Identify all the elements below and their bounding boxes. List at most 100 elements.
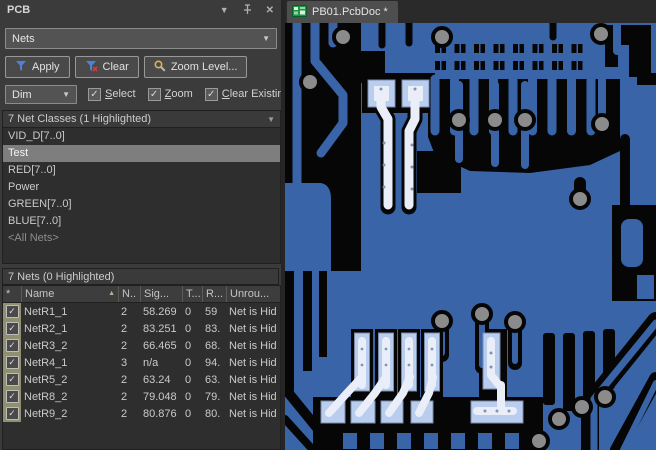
table-row[interactable]: ✓ NetR3_2 2 66.465 0 68. Net is Hid xyxy=(3,337,280,354)
table-row[interactable]: ✓ NetR2_1 2 83.251 0 83. Net is Hid xyxy=(3,320,280,337)
signal-length: 66.465 xyxy=(143,339,177,352)
track-count: 0 xyxy=(185,390,192,403)
pcb-editor-view[interactable] xyxy=(285,23,656,450)
row-checkbox[interactable]: ✓ xyxy=(3,337,21,354)
checkbox-check-icon[interactable]: ✓ xyxy=(5,373,19,386)
checkbox-check-icon[interactable]: ✓ xyxy=(5,407,19,420)
unrouted-status: Net is Hid xyxy=(229,390,277,403)
magnifier-icon xyxy=(154,59,166,75)
checkbox-check-icon[interactable]: ✓ xyxy=(5,339,19,352)
tab-pb01-pcbdoc[interactable]: PB01.PcbDoc * xyxy=(287,1,398,23)
checkbox-check-icon[interactable]: ✓ xyxy=(88,87,101,101)
net-class-item[interactable]: RED[7..0] xyxy=(3,162,280,179)
dim-mode-select[interactable]: Dim ▼ xyxy=(5,85,77,104)
close-icon[interactable]: ✕ xyxy=(266,5,274,16)
net-name: NetR4_1 xyxy=(24,356,68,369)
row-checkbox[interactable]: ✓ xyxy=(3,354,21,371)
net-class-item[interactable]: VID_D[7..0] xyxy=(3,128,280,145)
option-checkbox-zoom[interactable]: ✓ Zoom xyxy=(147,85,193,103)
unrouted-status: Net is Hid xyxy=(229,305,277,318)
track-count: 0 xyxy=(185,339,192,352)
checkbox-label: Clear Existing xyxy=(221,88,281,100)
table-row[interactable]: ✓ NetR9_2 2 80.876 0 80. Net is Hid xyxy=(3,405,280,422)
net-class-item[interactable]: BLUE[7..0] xyxy=(3,213,280,230)
document-tab-bar: PB01.PcbDoc * xyxy=(285,0,656,23)
net-name: NetR2_1 xyxy=(24,322,68,335)
panel-toolbar: Apply Clear Zoom Level... xyxy=(5,56,248,78)
unrouted-status: Net is Hid xyxy=(229,322,277,335)
net-class-list: VID_D[7..0] Test RED[7..0] Power GREEN[7..0]… xyxy=(3,128,280,247)
chevron-down-icon: ▼ xyxy=(62,90,70,99)
dim-mode-value: Dim xyxy=(12,88,32,101)
net-name: NetR1_1 xyxy=(24,305,68,318)
column-unrouted[interactable]: Unrou... xyxy=(226,286,280,302)
checkbox-check-icon[interactable]: ✓ xyxy=(5,390,19,403)
zoom-level-button[interactable]: Zoom Level... xyxy=(143,56,248,78)
unrouted-status: Net is Hid xyxy=(229,407,277,420)
option-checkbox-clear-existing[interactable]: ✓Clear Existing xyxy=(204,85,281,103)
net-classes-header[interactable]: 7 Net Classes (1 Highlighted) ▼ xyxy=(3,111,280,128)
table-row[interactable]: ✓ NetR5_2 2 63.24 0 63. Net is Hid xyxy=(3,371,280,388)
routed-length: 68. xyxy=(205,339,221,352)
routed-length: 79. xyxy=(205,390,221,403)
track-count: 0 xyxy=(185,322,192,335)
track-count: 0 xyxy=(185,373,192,386)
row-checkbox[interactable]: ✓ xyxy=(3,303,21,320)
panel-mode-select[interactable]: Nets ▼ xyxy=(5,28,277,49)
track-count: 0 xyxy=(185,356,192,369)
column-routed[interactable]: R... xyxy=(202,286,226,302)
net-class-item[interactable]: Power xyxy=(3,179,280,196)
column-name[interactable]: Name ▲ xyxy=(21,286,118,302)
clear-button[interactable]: Clear xyxy=(74,56,139,78)
node-count: 2 xyxy=(121,339,128,352)
column-signal[interactable]: Sig... xyxy=(140,286,182,302)
pcb-document-icon xyxy=(292,4,307,20)
column-star[interactable]: * xyxy=(3,286,21,302)
nets-table-header[interactable]: * Name ▲ N.. Sig... T... R... Unrou... xyxy=(3,286,280,303)
track-count: 0 xyxy=(185,305,192,318)
panel-mode-value: Nets xyxy=(12,32,35,45)
row-checkbox[interactable]: ✓ xyxy=(3,371,21,388)
table-row[interactable]: ✓ NetR8_2 2 79.048 0 79. Net is Hid xyxy=(3,388,280,405)
checkbox-check-icon[interactable]: ✓ xyxy=(5,322,19,335)
table-row[interactable]: ✓ NetR1_1 2 58.269 0 59 Net is Hid xyxy=(3,303,280,320)
nets-header-label: 7 Nets (0 Highlighted) xyxy=(8,270,115,283)
checkbox-label: Zoom xyxy=(164,88,193,100)
routed-length: 94. xyxy=(205,356,221,369)
net-class-item[interactable]: Test xyxy=(3,145,280,162)
net-name: NetR9_2 xyxy=(24,407,68,420)
net-class-item[interactable]: <All Nets> xyxy=(3,230,280,247)
column-nodes[interactable]: N.. xyxy=(118,286,140,302)
routed-length: 83. xyxy=(205,322,221,335)
checkbox-check-icon[interactable]: ✓ xyxy=(5,356,19,369)
apply-label: Apply xyxy=(32,61,60,73)
signal-length: 83.251 xyxy=(143,322,177,335)
net-name: NetR5_2 xyxy=(24,373,68,386)
row-checkbox[interactable]: ✓ xyxy=(3,388,21,405)
routed-length: 59 xyxy=(205,305,218,318)
unrouted-status: Net is Hid xyxy=(229,339,277,352)
clear-filter-icon xyxy=(85,60,98,75)
routed-length: 80. xyxy=(205,407,221,420)
row-checkbox[interactable]: ✓ xyxy=(3,320,21,337)
row-checkbox[interactable]: ✓ xyxy=(3,405,21,422)
routed-length: 63. xyxy=(205,373,221,386)
nets-header[interactable]: 7 Nets (0 Highlighted) xyxy=(2,268,279,285)
checkbox-check-icon[interactable]: ✓ xyxy=(5,305,19,318)
node-count: 2 xyxy=(121,407,128,420)
apply-button[interactable]: Apply xyxy=(5,56,70,78)
track-count: 0 xyxy=(185,407,192,420)
chevron-down-icon: ▼ xyxy=(267,114,275,124)
node-count: 2 xyxy=(121,390,128,403)
signal-length: 80.876 xyxy=(143,407,177,420)
panel-menu-arrow-icon[interactable]: ▼ xyxy=(220,5,229,15)
option-checkbox-select[interactable]: ✓ Select xyxy=(88,85,136,103)
signal-length: 63.24 xyxy=(143,373,171,386)
table-row[interactable]: ✓ NetR4_1 3 n/a 0 94. Net is Hid xyxy=(3,354,280,371)
pin-icon[interactable] xyxy=(243,3,252,17)
nets-table: * Name ▲ N.. Sig... T... R... Unrou... ✓… xyxy=(2,285,281,450)
checkbox-check-icon[interactable]: ✓ xyxy=(147,87,161,101)
column-t[interactable]: T... xyxy=(182,286,202,302)
checkbox-check-icon[interactable]: ✓ xyxy=(204,87,218,101)
net-class-item[interactable]: GREEN[7..0] xyxy=(3,196,280,213)
